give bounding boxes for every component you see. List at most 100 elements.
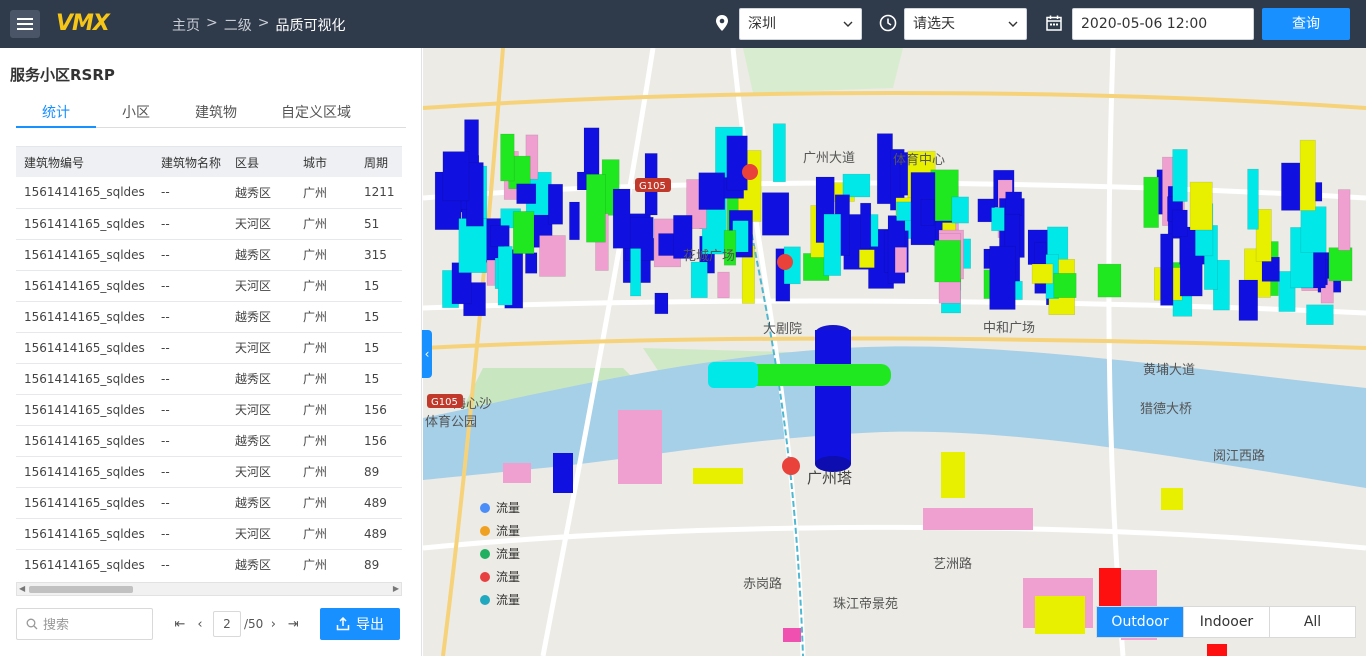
city-select[interactable]: 深圳	[739, 8, 862, 40]
last-page-icon[interactable]: ⇥	[283, 617, 303, 632]
building-block[interactable]	[1306, 304, 1334, 325]
building-block[interactable]	[698, 172, 726, 210]
building-block[interactable]	[569, 201, 580, 241]
next-page-icon[interactable]: ›	[263, 617, 283, 632]
building-block[interactable]	[547, 183, 563, 225]
scroll-right-arrow-icon[interactable]: ▶	[393, 585, 399, 593]
page-number-input[interactable]: 2	[213, 611, 241, 637]
legend-item[interactable]: 流量	[480, 496, 520, 519]
building-block[interactable]	[772, 123, 786, 183]
building-block[interactable]	[1281, 162, 1301, 211]
building-block[interactable]	[500, 133, 515, 182]
legend-item[interactable]: 流量	[480, 588, 520, 611]
legend-item[interactable]: 流量	[480, 542, 520, 565]
view-outdoor-button[interactable]: Outdoor	[1097, 607, 1183, 637]
metro-station-icon[interactable]	[782, 457, 800, 475]
building-block[interactable]	[630, 248, 642, 297]
building-block[interactable]	[654, 292, 669, 315]
view-indoor-button[interactable]: Indooer	[1183, 607, 1269, 637]
column-header[interactable]: 建筑物名称	[153, 147, 227, 177]
metro-station-icon[interactable]	[742, 164, 758, 180]
tab-cell[interactable]: 小区	[96, 102, 176, 122]
query-button[interactable]: 查询	[1262, 8, 1350, 40]
column-header[interactable]: 区县	[227, 147, 295, 177]
period-select[interactable]: 请选天	[904, 8, 1027, 40]
table-row[interactable]: 1561414165_sqldes -- 越秀区 广州 315	[16, 239, 402, 271]
building-block[interactable]	[690, 261, 708, 299]
prev-page-icon[interactable]: ‹	[190, 617, 210, 632]
building-block[interactable]	[726, 135, 748, 191]
scroll-left-arrow-icon[interactable]: ◀	[19, 585, 25, 593]
building-block[interactable]	[823, 213, 842, 276]
table-row[interactable]: 1561414165_sqldes -- 越秀区 广州 89	[16, 549, 402, 580]
building-block[interactable]	[1097, 263, 1122, 298]
table-row[interactable]: 1561414165_sqldes -- 越秀区 广州 156	[16, 425, 402, 457]
building-block[interactable]	[458, 218, 487, 274]
building-block[interactable]	[1328, 247, 1353, 282]
building-block[interactable]	[512, 211, 535, 254]
building-block[interactable]	[1031, 263, 1054, 284]
building-block[interactable]	[894, 247, 908, 274]
export-button[interactable]: 导出	[320, 608, 400, 640]
building-block[interactable]	[1053, 273, 1077, 299]
map-view[interactable]: 广州塔 体育中心 大剧院 中和广场 猎德大桥 海心沙 花城广场 艺洲路 赤岗路 …	[423, 48, 1366, 656]
building-block[interactable]	[920, 199, 935, 226]
table-row[interactable]: 1561414165_sqldes -- 天河区 广州 15	[16, 270, 402, 302]
building-block[interactable]	[717, 271, 730, 299]
breadcrumb-level2[interactable]: 二级	[224, 15, 252, 35]
collapse-panel-button[interactable]: ‹	[422, 330, 432, 378]
first-page-icon[interactable]: ⇤	[170, 617, 190, 632]
building-block[interactable]	[525, 252, 538, 274]
legend-item[interactable]: 流量	[480, 519, 520, 542]
tab-custom-area[interactable]: 自定义区域	[266, 102, 366, 122]
table-row[interactable]: 1561414165_sqldes -- 越秀区 广州 489	[16, 487, 402, 519]
building-block[interactable]	[490, 225, 510, 247]
column-header[interactable]: 建筑物编号	[16, 147, 153, 177]
menu-button[interactable]	[10, 10, 40, 38]
building-block[interactable]	[1005, 191, 1022, 216]
building-block[interactable]	[1189, 181, 1213, 231]
table-row[interactable]: 1561414165_sqldes -- 越秀区 广州 1211	[16, 177, 402, 209]
column-header[interactable]: 城市	[295, 147, 356, 177]
legend-item[interactable]: 流量	[480, 565, 520, 588]
table-row[interactable]: 1561414165_sqldes -- 天河区 广州 15	[16, 332, 402, 364]
column-header[interactable]: 周期	[356, 147, 402, 177]
table-row[interactable]: 1561414165_sqldes -- 天河区 广州 489	[16, 518, 402, 550]
table-row[interactable]: 1561414165_sqldes -- 天河区 广州 89	[16, 456, 402, 488]
building-block[interactable]	[586, 174, 606, 243]
building-block[interactable]	[1247, 168, 1259, 230]
building-block[interactable]	[860, 202, 872, 249]
building-block[interactable]	[761, 192, 790, 236]
table-row[interactable]: 1561414165_sqldes -- 天河区 广州 156	[16, 394, 402, 426]
tab-building[interactable]: 建筑物	[176, 102, 256, 122]
building-block[interactable]	[1337, 189, 1351, 251]
search-input[interactable]	[43, 615, 147, 635]
table-horizontal-scrollbar[interactable]: ◀ ▶	[16, 582, 402, 596]
building-block[interactable]	[1238, 279, 1259, 321]
breadcrumb-home[interactable]: 主页	[172, 15, 200, 35]
building-block[interactable]	[497, 246, 513, 306]
table-row[interactable]: 1561414165_sqldes -- 天河区 广州 51	[16, 208, 402, 240]
building-block[interactable]	[1172, 149, 1188, 202]
building-block[interactable]	[934, 240, 961, 283]
view-all-button[interactable]: All	[1269, 607, 1355, 637]
tab-statistics[interactable]: 统计	[16, 102, 96, 122]
building-block[interactable]	[539, 235, 566, 277]
building-block[interactable]	[858, 249, 875, 268]
building-block[interactable]	[516, 183, 537, 205]
metro-station-icon[interactable]	[777, 254, 793, 270]
building-block[interactable]	[989, 245, 1016, 310]
table-row[interactable]: 1561414165_sqldes -- 越秀区 广州 15	[16, 301, 402, 333]
building-block[interactable]	[1299, 139, 1316, 211]
building-block[interactable]	[1171, 209, 1188, 237]
building-block[interactable]	[1143, 176, 1159, 228]
building-block[interactable]	[842, 173, 871, 198]
table-row[interactable]: 1561414165_sqldes -- 越秀区 广州 15	[16, 363, 402, 395]
scrollbar-thumb[interactable]	[29, 586, 133, 593]
map-canvas[interactable]: 广州塔 体育中心 大剧院 中和广场 猎德大桥 海心沙 花城广场 艺洲路 赤岗路 …	[423, 48, 1366, 656]
building-block[interactable]	[991, 207, 1005, 232]
building-block[interactable]	[442, 151, 470, 202]
building-block[interactable]	[1300, 206, 1327, 253]
building-block[interactable]	[1160, 233, 1174, 306]
building-block[interactable]	[612, 188, 631, 249]
